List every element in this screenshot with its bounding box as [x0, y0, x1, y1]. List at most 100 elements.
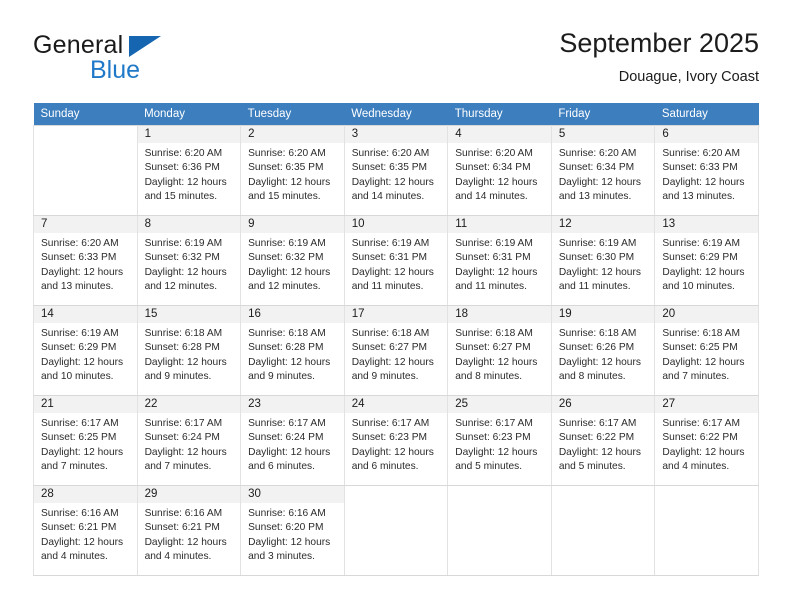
- daylight-text-line1: Daylight: 12 hours: [455, 356, 538, 368]
- calendar-day-cell[interactable]: 11 Sunrise: 6:19 AM Sunset: 6:31 PM Dayligh…: [447, 215, 552, 306]
- daylight-text-line1: Daylight: 12 hours: [662, 446, 745, 458]
- sunset-text: Sunset: 6:26 PM: [558, 342, 635, 354]
- day-sun-info: Sunrise: 6:20 AM Sunset: 6:36 PM Daylight:…: [138, 143, 241, 204]
- calendar-day-cell[interactable]: 18 Sunrise: 6:18 AM Sunset: 6:27 PM Dayligh…: [447, 305, 552, 396]
- daylight-text-line1: Daylight: 12 hours: [41, 356, 124, 368]
- daylight-text-line1: Daylight: 12 hours: [144, 356, 227, 368]
- calendar-day-cell[interactable]: 7 Sunrise: 6:20 AM Sunset: 6:33 PM Daylight…: [33, 215, 138, 306]
- day-sun-info: Sunrise: 6:19 AM Sunset: 6:31 PM Daylight:…: [448, 233, 551, 294]
- calendar-day-cell[interactable]: 1 Sunrise: 6:20 AM Sunset: 6:36 PM Daylight…: [136, 125, 242, 216]
- sunset-text: Sunset: 6:22 PM: [558, 432, 635, 444]
- calendar-day-cell[interactable]: 9 Sunrise: 6:19 AM Sunset: 6:32 PM Daylight…: [240, 215, 345, 306]
- day-number: 27: [655, 396, 758, 413]
- calendar-day-cell[interactable]: 27 Sunrise: 6:17 AM Sunset: 6:22 PM Dayligh…: [654, 395, 759, 486]
- sunset-text: Sunset: 6:25 PM: [41, 432, 117, 444]
- day-number: 22: [137, 396, 241, 413]
- sunrise-text: Sunrise: 6:19 AM: [662, 238, 740, 249]
- day-number: 16: [241, 306, 344, 323]
- weekday-header-monday: Monday: [137, 103, 241, 126]
- calendar-day-cell[interactable]: 20 Sunrise: 6:18 AM Sunset: 6:25 PM Dayligh…: [654, 305, 759, 396]
- sunrise-text: Sunrise: 6:20 AM: [558, 148, 637, 159]
- daylight-text-line1: Daylight: 12 hours: [662, 356, 745, 368]
- daylight-text-line2: and 8 minutes.: [455, 370, 523, 382]
- calendar-page: General Blue September 2025 Douague, Ivo…: [0, 0, 792, 612]
- calendar-day-cell[interactable]: 2 Sunrise: 6:20 AM Sunset: 6:35 PM Daylight…: [240, 125, 345, 216]
- daylight-text-line1: Daylight: 12 hours: [248, 536, 331, 548]
- calendar-day-cell[interactable]: 28 Sunrise: 6:16 AM Sunset: 6:21 PM Dayligh…: [33, 485, 138, 576]
- calendar-day-cell[interactable]: 4 Sunrise: 6:20 AM Sunset: 6:34 PM Daylight…: [447, 125, 552, 216]
- daylight-text-line1: Daylight: 12 hours: [351, 446, 434, 458]
- sunset-text: Sunset: 6:20 PM: [248, 522, 324, 534]
- day-sun-info: Sunrise: 6:18 AM Sunset: 6:27 PM Daylight:…: [345, 323, 448, 384]
- sunset-text: Sunset: 6:28 PM: [144, 342, 220, 354]
- sunrise-text: Sunrise: 6:18 AM: [558, 328, 637, 339]
- day-sun-info: Sunrise: 6:17 AM Sunset: 6:24 PM Daylight:…: [138, 413, 241, 474]
- day-number: 7: [34, 216, 137, 233]
- sunrise-text: Sunrise: 6:20 AM: [248, 148, 326, 159]
- day-sun-info: Sunrise: 6:18 AM Sunset: 6:26 PM Daylight:…: [552, 323, 655, 384]
- calendar-day-cell[interactable]: 25 Sunrise: 6:17 AM Sunset: 6:23 PM Dayligh…: [447, 395, 552, 486]
- sunrise-text: Sunrise: 6:18 AM: [662, 328, 740, 339]
- weekday-header-friday: Friday: [551, 103, 655, 126]
- weekday-header-tuesday: Tuesday: [240, 103, 345, 126]
- daylight-text-line2: and 5 minutes.: [558, 460, 626, 472]
- daylight-text-line2: and 10 minutes.: [41, 370, 114, 382]
- sunset-text: Sunset: 6:29 PM: [41, 342, 117, 354]
- calendar-day-cell[interactable]: 13 Sunrise: 6:19 AM Sunset: 6:29 PM Dayligh…: [654, 215, 759, 306]
- day-number: 28: [34, 486, 137, 503]
- sunrise-text: Sunrise: 6:17 AM: [351, 418, 430, 429]
- daylight-text-line2: and 14 minutes.: [351, 190, 425, 202]
- calendar-day-cell[interactable]: 15 Sunrise: 6:18 AM Sunset: 6:28 PM Dayligh…: [136, 305, 242, 396]
- calendar-day-cell[interactable]: 22 Sunrise: 6:17 AM Sunset: 6:24 PM Dayligh…: [136, 395, 242, 486]
- sunset-text: Sunset: 6:31 PM: [455, 252, 531, 264]
- calendar-day-cell[interactable]: 14 Sunrise: 6:19 AM Sunset: 6:29 PM Dayligh…: [33, 305, 138, 396]
- daylight-text-line2: and 14 minutes.: [455, 190, 528, 202]
- day-sun-info: Sunrise: 6:17 AM Sunset: 6:24 PM Daylight:…: [241, 413, 344, 474]
- general-blue-logo[interactable]: General Blue: [33, 30, 253, 92]
- calendar-day-cell[interactable]: 30 Sunrise: 6:16 AM Sunset: 6:20 PM Dayligh…: [240, 485, 345, 576]
- daylight-text-line1: Daylight: 12 hours: [144, 536, 227, 548]
- daylight-text-line1: Daylight: 12 hours: [351, 176, 434, 188]
- sunset-text: Sunset: 6:29 PM: [662, 252, 738, 264]
- sunrise-text: Sunrise: 6:18 AM: [455, 328, 533, 339]
- sunset-text: Sunset: 6:23 PM: [351, 432, 428, 444]
- logo-top-row: General: [33, 30, 253, 60]
- sunrise-text: Sunrise: 6:19 AM: [455, 238, 533, 249]
- daylight-text-line2: and 15 minutes.: [144, 190, 218, 202]
- weekday-header-wednesday: Wednesday: [344, 103, 448, 126]
- calendar-day-cell[interactable]: 17 Sunrise: 6:18 AM Sunset: 6:27 PM Dayligh…: [343, 305, 449, 396]
- calendar-day-cell-empty: [550, 485, 656, 576]
- calendar-day-cell[interactable]: 19 Sunrise: 6:18 AM Sunset: 6:26 PM Dayligh…: [550, 305, 656, 396]
- logo-word-blue: Blue: [90, 56, 141, 84]
- calendar-day-cell[interactable]: 29 Sunrise: 6:16 AM Sunset: 6:21 PM Dayligh…: [136, 485, 242, 576]
- sunset-text: Sunset: 6:33 PM: [662, 162, 738, 174]
- daylight-text-line2: and 11 minutes.: [455, 280, 527, 292]
- calendar-day-cell[interactable]: 6 Sunrise: 6:20 AM Sunset: 6:33 PM Daylight…: [654, 125, 759, 216]
- calendar-header-row: Sunday Monday Tuesday Wednesday Thursday…: [33, 103, 759, 126]
- day-number: 1: [137, 126, 241, 143]
- sunset-text: Sunset: 6:27 PM: [455, 342, 531, 354]
- day-number: 5: [551, 126, 655, 143]
- calendar-day-cell[interactable]: 5 Sunrise: 6:20 AM Sunset: 6:34 PM Daylight…: [550, 125, 656, 216]
- calendar-day-cell[interactable]: 3 Sunrise: 6:20 AM Sunset: 6:35 PM Daylight…: [343, 125, 449, 216]
- calendar-day-cell[interactable]: 26 Sunrise: 6:17 AM Sunset: 6:22 PM Dayligh…: [550, 395, 656, 486]
- daylight-text-line1: Daylight: 12 hours: [248, 176, 331, 188]
- calendar-day-cell-empty: [343, 485, 449, 576]
- day-sun-info: Sunrise: 6:17 AM Sunset: 6:23 PM Daylight:…: [448, 413, 551, 474]
- calendar-day-cell[interactable]: 24 Sunrise: 6:17 AM Sunset: 6:23 PM Dayligh…: [343, 395, 449, 486]
- calendar-day-cell-empty: [654, 485, 759, 576]
- day-number: 8: [137, 216, 241, 233]
- daylight-text-line2: and 13 minutes.: [662, 190, 735, 202]
- calendar-day-cell[interactable]: 23 Sunrise: 6:17 AM Sunset: 6:24 PM Dayligh…: [240, 395, 345, 486]
- calendar-day-cell[interactable]: 8 Sunrise: 6:19 AM Sunset: 6:32 PM Daylight…: [136, 215, 242, 306]
- sunset-text: Sunset: 6:24 PM: [248, 432, 324, 444]
- calendar-day-cell[interactable]: 10 Sunrise: 6:19 AM Sunset: 6:31 PM Dayligh…: [343, 215, 449, 306]
- calendar-day-cell[interactable]: 21 Sunrise: 6:17 AM Sunset: 6:25 PM Dayligh…: [33, 395, 138, 486]
- day-sun-info: Sunrise: 6:17 AM Sunset: 6:23 PM Daylight:…: [345, 413, 448, 474]
- calendar-day-cell[interactable]: 16 Sunrise: 6:18 AM Sunset: 6:28 PM Dayligh…: [240, 305, 345, 396]
- daylight-text-line1: Daylight: 12 hours: [351, 356, 434, 368]
- sunrise-text: Sunrise: 6:17 AM: [455, 418, 533, 429]
- calendar-day-cell[interactable]: 12 Sunrise: 6:19 AM Sunset: 6:30 PM Dayligh…: [550, 215, 656, 306]
- daylight-text-line2: and 12 minutes.: [248, 280, 321, 292]
- sunrise-text: Sunrise: 6:17 AM: [558, 418, 637, 429]
